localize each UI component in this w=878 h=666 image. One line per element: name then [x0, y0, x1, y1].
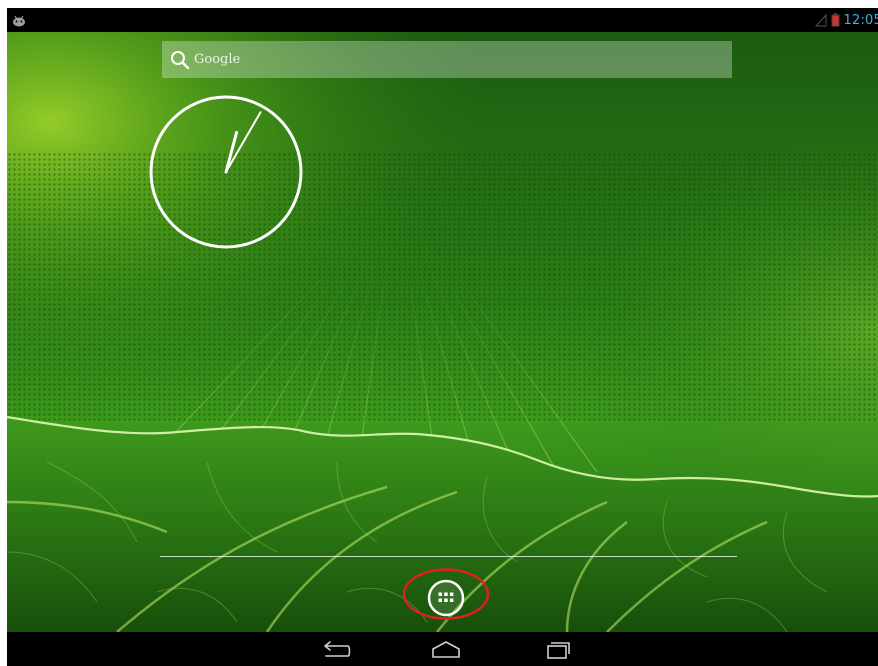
status-icons: 12:05: [814, 8, 878, 32]
google-search-bar[interactable]: Google: [162, 41, 732, 78]
navigation-bar: [7, 632, 878, 666]
clock-minute-hand: [225, 111, 262, 173]
search-icon: [171, 50, 190, 69]
back-icon: [324, 641, 351, 657]
home-icon: [432, 641, 460, 658]
battery-low-icon: [831, 13, 840, 27]
back-button[interactable]: [310, 636, 360, 664]
all-apps-button[interactable]: [426, 578, 466, 618]
dock-divider: [160, 556, 737, 557]
clock-hour-hand: [224, 130, 239, 174]
android-notification-icon: [13, 15, 25, 27]
home-button[interactable]: [421, 636, 471, 664]
recent-apps-icon: [547, 642, 570, 659]
android-home-screen: 12:05 Google: [7, 8, 878, 666]
wallpaper: [7, 32, 878, 632]
status-bar: 12:05: [7, 8, 878, 32]
analog-clock-widget[interactable]: [147, 93, 307, 253]
status-time: 12:05: [843, 12, 878, 28]
recent-apps-button[interactable]: [532, 636, 582, 664]
signal-icon: [814, 13, 827, 27]
search-placeholder: Google: [194, 52, 241, 67]
